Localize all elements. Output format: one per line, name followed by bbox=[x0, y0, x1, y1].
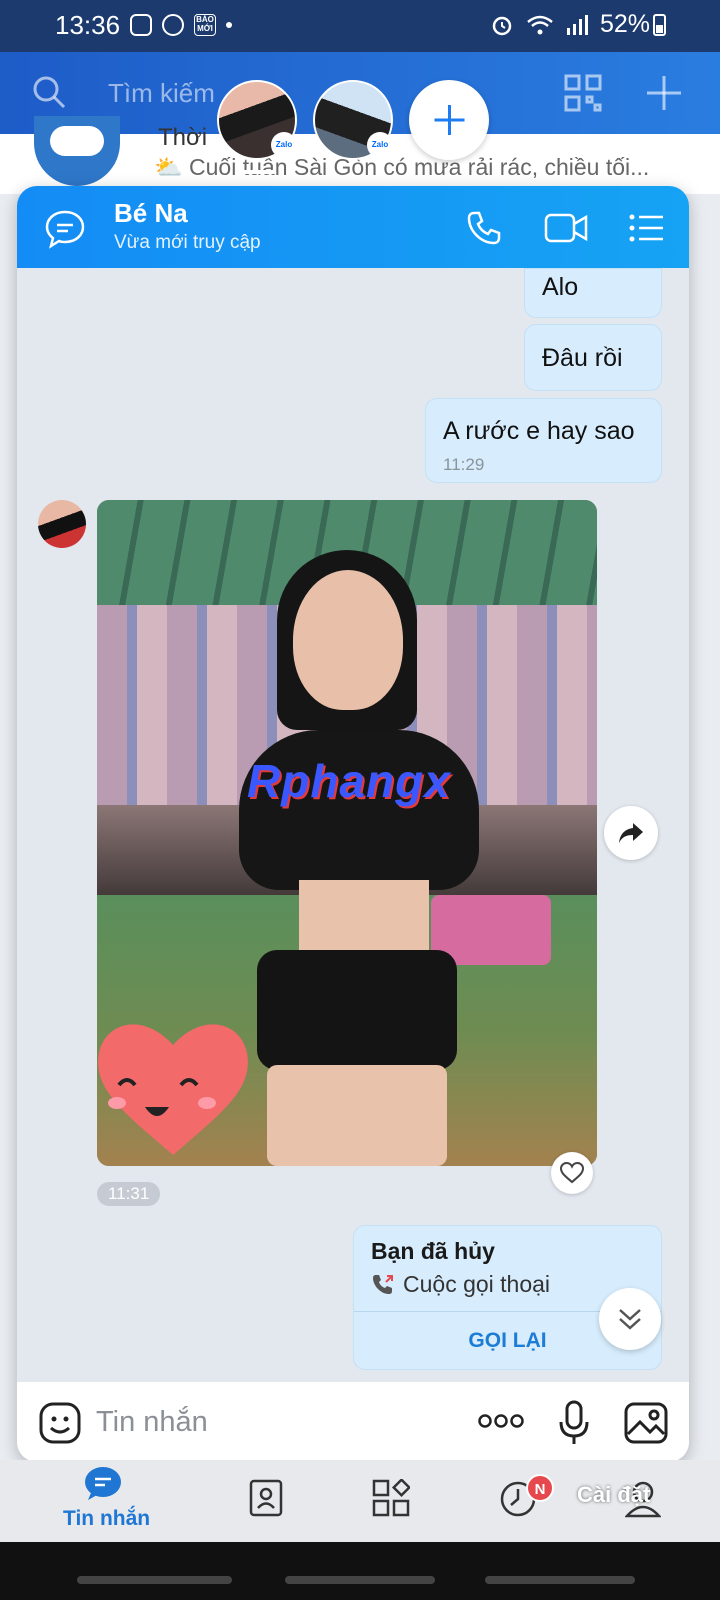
battery-icon bbox=[653, 14, 666, 36]
message-text: Đâu rồi bbox=[542, 344, 623, 372]
status-time: 13:36 bbox=[55, 10, 121, 40]
forward-button[interactable] bbox=[604, 806, 658, 860]
phone-call-icon[interactable] bbox=[466, 210, 502, 246]
nav-contacts-icon[interactable] bbox=[249, 1479, 283, 1517]
outgoing-call-icon bbox=[373, 1274, 393, 1294]
alarm-icon bbox=[492, 16, 512, 35]
battery-percent: 52% bbox=[599, 10, 650, 38]
wifi-icon bbox=[527, 15, 553, 34]
scroll-to-bottom-button[interactable] bbox=[599, 1288, 661, 1350]
gesture-pill bbox=[485, 1576, 635, 1584]
sent-message[interactable]: A rước e hay sao 11:29 bbox=[425, 398, 662, 483]
settings-toast-label: Cài đặt bbox=[577, 1482, 651, 1507]
add-chat-head-button[interactable] bbox=[409, 80, 489, 160]
qr-code-icon[interactable] bbox=[564, 74, 602, 112]
search-icon[interactable] bbox=[31, 74, 67, 110]
search-input[interactable]: Tìm kiếm bbox=[108, 78, 215, 109]
system-icons: 52% bbox=[490, 10, 650, 39]
contact-name[interactable]: Bé Na bbox=[114, 198, 188, 229]
baomoi-icon: BÁO MỚI bbox=[194, 14, 216, 36]
nav-messages-label: Tin nhắn bbox=[63, 1507, 151, 1530]
image-gallery-icon[interactable] bbox=[624, 1402, 668, 1444]
microphone-icon[interactable] bbox=[558, 1400, 590, 1446]
zalo-badge: Zalo bbox=[271, 132, 297, 158]
photo-watermark: Rphangx bbox=[247, 755, 451, 807]
message-text: A rước e hay sao bbox=[443, 417, 635, 445]
more-options-icon[interactable] bbox=[478, 1413, 524, 1429]
system-gesture-bar bbox=[0, 1542, 720, 1600]
chat-icon[interactable] bbox=[44, 209, 86, 249]
instagram-icon bbox=[130, 14, 152, 36]
photo-time: 11:31 bbox=[97, 1182, 161, 1206]
chat-bubble-icon bbox=[85, 1467, 121, 1500]
drag-handle[interactable] bbox=[240, 170, 276, 174]
menu-list-icon[interactable] bbox=[629, 212, 665, 244]
signal-icon bbox=[566, 14, 588, 35]
chat-bubble-window: Bé Na Vừa mới truy cập Alo Đâu rồi A rướ… bbox=[17, 186, 689, 1462]
double-chevron-down-icon bbox=[619, 1309, 641, 1330]
chrome-icon bbox=[162, 14, 184, 36]
zalo-badge: Zalo bbox=[367, 132, 393, 158]
message-text: Alo bbox=[542, 273, 579, 301]
call-card-subtitle: Cuộc gọi thoại bbox=[403, 1271, 551, 1297]
nav-discover-icon[interactable] bbox=[372, 1479, 410, 1517]
react-heart-button[interactable] bbox=[551, 1152, 593, 1194]
weather-avatar bbox=[34, 116, 120, 186]
status-bar: 13:36 BÁO MỚI 52% bbox=[0, 0, 720, 52]
heart-outline-icon bbox=[560, 1162, 584, 1184]
gesture-pill bbox=[77, 1576, 232, 1584]
add-icon[interactable] bbox=[645, 74, 683, 112]
message-time: 11:29 bbox=[443, 455, 485, 474]
heart-sticker-icon bbox=[98, 1024, 248, 1155]
message-input[interactable]: Tin nhắn bbox=[96, 1406, 208, 1439]
gesture-pill bbox=[285, 1576, 435, 1584]
conversation-title: Thời bbox=[158, 124, 208, 151]
conversation-preview: ⛅ Cuối tuần Sài Gòn có mưa rải rác, chiề… bbox=[154, 154, 650, 180]
photo-message[interactable]: Rphangx bbox=[97, 500, 597, 1166]
contact-status: Vừa mới truy cập bbox=[114, 232, 261, 253]
message-composer: Tin nhắn bbox=[17, 1382, 689, 1462]
bottom-navigation: Tin nhắn N Cài đặt bbox=[0, 1460, 720, 1542]
sticker-emoji-icon[interactable] bbox=[39, 1402, 81, 1444]
video-call-icon[interactable] bbox=[544, 212, 588, 244]
notification-icons: BÁO MỚI bbox=[130, 14, 232, 36]
call-card-title: Bạn đã hủy bbox=[371, 1238, 495, 1264]
sender-avatar[interactable] bbox=[38, 500, 86, 548]
sent-message[interactable]: Đâu rồi bbox=[524, 324, 662, 391]
more-notifications-dot bbox=[226, 22, 232, 28]
chat-header: Bé Na Vừa mới truy cập bbox=[17, 186, 689, 268]
share-arrow-icon bbox=[619, 823, 643, 843]
notification-badge: N bbox=[526, 1474, 554, 1502]
sent-message[interactable]: Alo bbox=[524, 268, 662, 318]
